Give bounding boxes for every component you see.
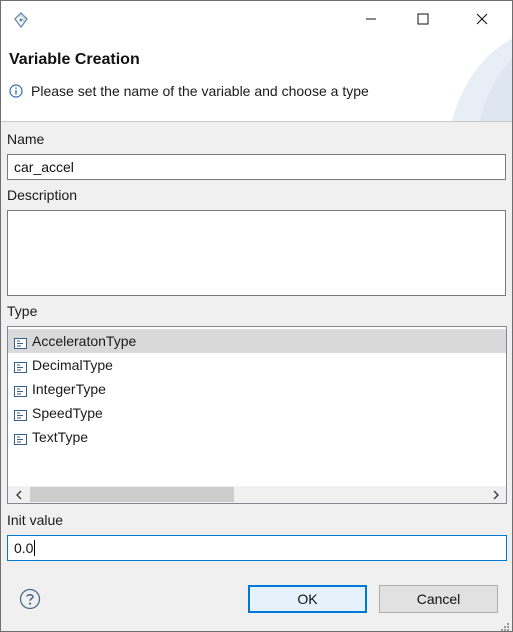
scroll-thumb[interactable] <box>30 487 234 502</box>
minimize-icon <box>365 12 377 28</box>
description-field[interactable] <box>7 210 506 296</box>
type-icon <box>14 336 27 349</box>
name-field-value: car_accel <box>14 159 74 175</box>
init-value-field[interactable]: 0.0 <box>7 535 507 561</box>
type-list[interactable]: AcceleratonType DecimalType IntegerType … <box>7 326 507 504</box>
dialog-app-icon <box>12 11 30 29</box>
type-item-speedtype[interactable]: SpeedType <box>8 401 506 425</box>
chevron-left-icon <box>15 487 23 503</box>
banner-message: Please set the name of the variable and … <box>9 83 369 99</box>
description-label: Description <box>7 187 78 203</box>
banner-message-text: Please set the name of the variable and … <box>31 83 369 99</box>
name-field[interactable]: car_accel <box>7 154 506 180</box>
type-icon <box>14 360 27 373</box>
variable-creation-dialog: Variable Creation Please set the name of… <box>0 0 513 632</box>
title-bar[interactable] <box>1 1 512 39</box>
minimize-button[interactable] <box>348 1 394 39</box>
chevron-right-icon <box>492 487 500 503</box>
type-item-decimaltype[interactable]: DecimalType <box>8 353 506 377</box>
type-icon <box>14 432 27 445</box>
info-icon <box>9 84 23 98</box>
init-value-label: Init value <box>7 512 64 528</box>
cancel-button[interactable]: Cancel <box>379 585 498 613</box>
type-item-label: TextType <box>32 429 89 445</box>
text-caret <box>34 540 36 556</box>
maximize-button[interactable] <box>400 1 446 39</box>
type-label: Type <box>7 303 38 319</box>
type-list-hscrollbar[interactable] <box>8 486 506 503</box>
type-item-label: DecimalType <box>32 357 113 373</box>
type-icon <box>14 384 27 397</box>
close-button[interactable] <box>459 1 505 39</box>
scroll-right-button[interactable] <box>487 486 504 503</box>
scroll-left-button[interactable] <box>10 486 27 503</box>
type-item-texttype[interactable]: TextType <box>8 425 506 449</box>
dialog-banner: Variable Creation Please set the name of… <box>1 39 512 122</box>
name-label: Name <box>7 131 45 147</box>
type-icon <box>14 408 27 421</box>
type-item-integertype[interactable]: IntegerType <box>8 377 506 401</box>
init-value-field-value: 0.0 <box>14 540 34 556</box>
dialog-title: Variable Creation <box>9 51 140 68</box>
close-icon <box>476 12 488 28</box>
ok-button[interactable]: OK <box>248 585 367 613</box>
type-item-acceleratontype[interactable]: AcceleratonType <box>8 329 506 353</box>
maximize-icon <box>417 12 429 28</box>
type-item-label: IntegerType <box>32 381 106 397</box>
type-item-label: AcceleratonType <box>32 333 137 349</box>
help-icon[interactable] <box>19 588 41 610</box>
resize-grip-icon[interactable] <box>500 619 510 631</box>
banner-decoration <box>422 39 512 121</box>
type-item-label: SpeedType <box>32 405 103 421</box>
